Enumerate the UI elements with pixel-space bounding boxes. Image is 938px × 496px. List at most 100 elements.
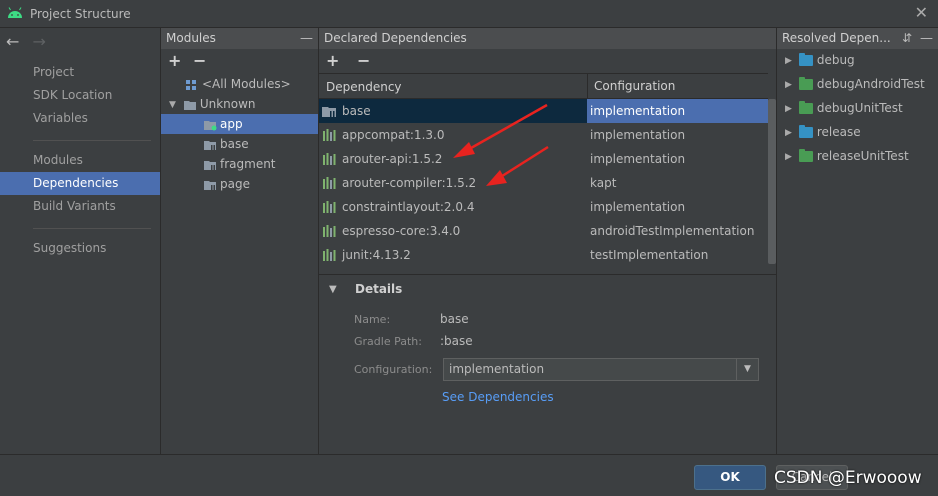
dependency-configuration: implementation: [590, 200, 686, 214]
configuration-select-value: implementation: [449, 362, 545, 376]
dependency-name: espresso-core:3.4.0: [342, 224, 461, 238]
dependency-configuration: androidTestImplementation: [590, 224, 755, 238]
declared-dependencies-panel: Declared Dependencies + − Dependency Con…: [319, 28, 777, 454]
folder-icon: [798, 149, 813, 162]
tree-item-label: page: [220, 177, 250, 191]
resolved-dependencies-panel: Resolved Depen... ⇵ — ▶ debug ▶ debugAnd…: [777, 28, 938, 454]
tree-item-label: app: [220, 117, 243, 131]
module-icon: [204, 120, 217, 130]
chevron-right-icon[interactable]: ▶: [785, 123, 795, 143]
library-icon: [323, 201, 336, 213]
library-icon: [323, 249, 336, 261]
sidebar-item-suggestions[interactable]: Suggestions: [0, 237, 160, 260]
sidebar-item-build-variants[interactable]: Build Variants: [0, 195, 160, 218]
tree-item-debug-unit-test[interactable]: ▶ debugUnitTest: [785, 98, 903, 118]
sidebar: ← → Project SDK Location Variables Modul…: [0, 28, 161, 454]
tree-item-debug-android-test[interactable]: ▶ debugAndroidTest: [785, 74, 925, 94]
table-scrollbar[interactable]: [768, 99, 776, 264]
column-dependency[interactable]: Dependency: [326, 80, 402, 94]
dependency-name: base: [342, 104, 371, 118]
collapse-icon[interactable]: —: [300, 28, 313, 49]
dependency-configuration: implementation: [590, 152, 686, 166]
details-title: Details: [355, 282, 403, 296]
tree-item-unknown[interactable]: ▼ Unknown: [161, 94, 318, 114]
watermark: CSDN @Erwooow: [774, 468, 922, 488]
gradle-path-value: :base: [440, 334, 473, 348]
ok-button[interactable]: OK: [694, 465, 766, 490]
library-icon: [323, 129, 336, 141]
tree-item-release[interactable]: ▶ release: [785, 122, 861, 142]
all-modules-icon: [186, 79, 196, 90]
tree-item-all-modules[interactable]: <All Modules>: [161, 74, 318, 94]
dependency-configuration: kapt: [590, 176, 617, 190]
configuration-select[interactable]: implementation ▼: [443, 358, 759, 381]
tree-item-debug[interactable]: ▶ debug: [785, 50, 855, 70]
column-configuration[interactable]: Configuration: [587, 74, 675, 99]
table-row[interactable]: junit:4.13.2 testImplementation: [319, 243, 768, 267]
dependency-configuration: implementation: [587, 99, 768, 123]
gradle-path-label: Gradle Path:: [354, 335, 422, 348]
folder-icon: [798, 101, 813, 114]
name-label: Name:: [354, 313, 391, 326]
chevron-down-icon[interactable]: ▼: [736, 359, 758, 380]
tree-item-label: <All Modules>: [202, 77, 291, 91]
tree-item-app[interactable]: app: [161, 114, 318, 134]
see-dependencies-link[interactable]: See Dependencies: [442, 390, 554, 404]
tree-item-base[interactable]: base: [161, 134, 318, 154]
tree-item-fragment[interactable]: fragment: [161, 154, 318, 174]
tree-item-label: releaseUnitTest: [816, 149, 909, 163]
close-icon[interactable]: ✕: [915, 3, 928, 22]
android-icon: [8, 7, 22, 18]
details-header[interactable]: ▼ Details: [319, 274, 777, 304]
library-module-icon: [204, 160, 216, 170]
tree-item-label: release: [816, 125, 861, 139]
modules-toolbar: + −: [161, 49, 318, 73]
dependency-name: appcompat:1.3.0: [342, 128, 445, 142]
chevron-right-icon[interactable]: ▶: [785, 147, 795, 167]
tree-item-page[interactable]: page: [161, 174, 318, 194]
sidebar-item-variables[interactable]: Variables: [0, 107, 160, 130]
title-bar: Project Structure ✕: [0, 0, 938, 28]
sidebar-item-dependencies[interactable]: Dependencies: [0, 172, 160, 195]
remove-dependency-button[interactable]: −: [357, 51, 370, 70]
sidebar-item-sdk-location[interactable]: SDK Location: [0, 84, 160, 107]
collapse-all-icon[interactable]: ⇵: [902, 28, 912, 49]
tree-item-label: debugAndroidTest: [816, 77, 925, 91]
library-module-icon: [204, 140, 216, 150]
resolved-header: Resolved Depen... ⇵ —: [777, 28, 938, 49]
library-icon: [323, 177, 336, 189]
folder-icon: [798, 125, 813, 138]
chevron-down-icon[interactable]: ▼: [169, 95, 179, 115]
forward-arrow-icon[interactable]: →: [33, 32, 46, 51]
tree-item-label: base: [220, 137, 249, 151]
declared-toolbar: + −: [319, 49, 776, 73]
add-module-button[interactable]: +: [168, 51, 181, 70]
remove-module-button[interactable]: −: [193, 51, 206, 70]
module-dependency-icon: [322, 107, 336, 117]
library-icon: [323, 153, 336, 165]
chevron-right-icon[interactable]: ▶: [785, 51, 795, 71]
add-dependency-button[interactable]: +: [326, 51, 339, 70]
divider: [33, 140, 151, 141]
name-value: base: [440, 312, 469, 326]
dialog-buttons: OK Cancel CSDN @Erwooow: [0, 454, 938, 496]
tree-item-release-unit-test[interactable]: ▶ releaseUnitTest: [785, 146, 909, 166]
folder-icon: [183, 100, 196, 110]
configuration-label: Configuration:: [354, 363, 433, 376]
dependency-name: junit:4.13.2: [342, 248, 411, 262]
dependency-table-header: Dependency Configuration: [319, 73, 768, 99]
tree-item-label: debug: [816, 53, 855, 67]
window-title: Project Structure: [30, 7, 131, 21]
chevron-right-icon[interactable]: ▶: [785, 75, 795, 95]
tree-item-label: debugUnitTest: [816, 101, 903, 115]
chevron-right-icon[interactable]: ▶: [785, 99, 795, 119]
collapse-triangle-icon[interactable]: ▼: [329, 284, 337, 295]
folder-icon: [798, 77, 813, 90]
folder-icon: [798, 53, 813, 66]
back-arrow-icon[interactable]: ←: [6, 32, 19, 51]
library-icon: [323, 225, 336, 237]
resolved-title: Resolved Depen...: [782, 31, 891, 45]
sidebar-item-project[interactable]: Project: [0, 61, 160, 84]
sidebar-item-modules[interactable]: Modules: [0, 149, 160, 172]
minimize-icon[interactable]: —: [920, 28, 933, 49]
